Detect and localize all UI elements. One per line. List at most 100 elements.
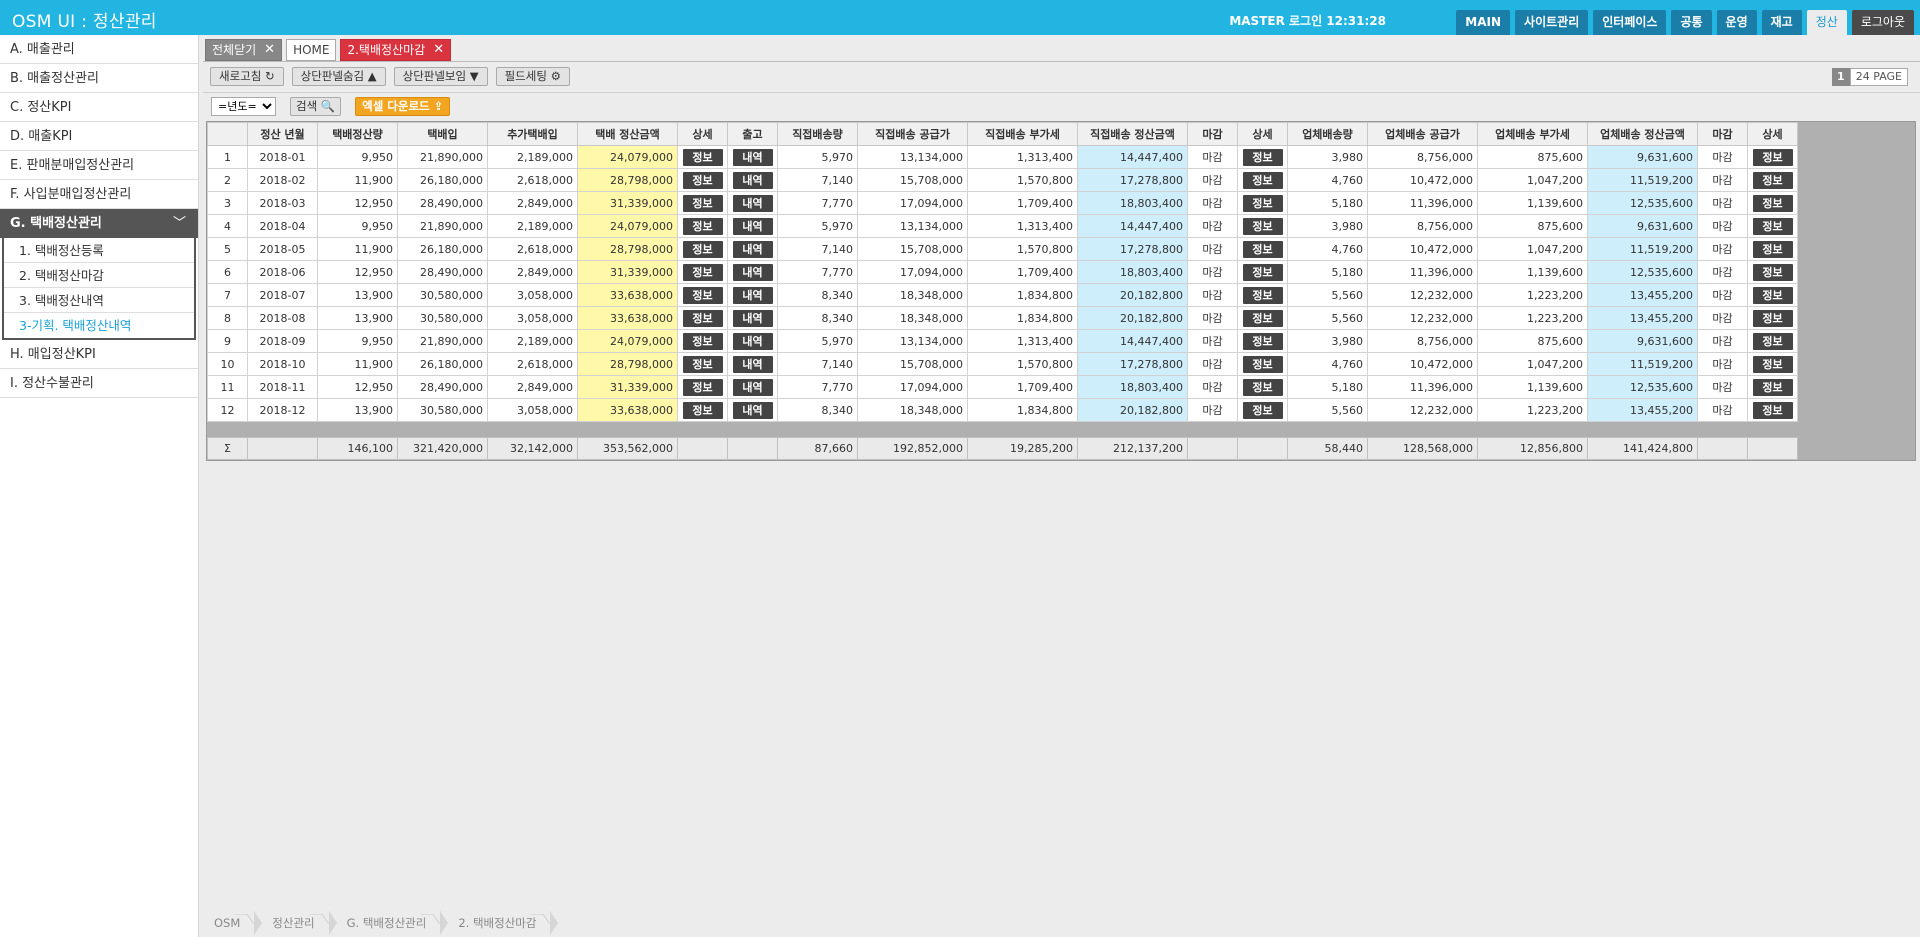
history-button[interactable]: 내역: [732, 332, 773, 350]
history-button[interactable]: 내역: [732, 378, 773, 396]
info-button[interactable]: 정보: [1752, 355, 1793, 373]
history-button[interactable]: 내역: [732, 355, 773, 373]
info-button[interactable]: 정보: [682, 309, 723, 327]
sidebar-item-sales-settlement[interactable]: B. 매출정산관리: [0, 64, 198, 93]
close-icon[interactable]: ✕: [433, 40, 444, 60]
nav-settlement[interactable]: 정산: [1806, 10, 1847, 35]
table-row[interactable]: 6 2018-06 12,950 28,490,000 2,849,000 31,339,…: [207, 260, 1798, 284]
table-row[interactable]: 4 2018-04 9,950 21,890,000 2,189,000 24,079,0…: [207, 214, 1798, 238]
table-row[interactable]: 1 2018-01 9,950 21,890,000 2,189,000 24,079,0…: [207, 145, 1798, 169]
column-header-direct-vat[interactable]: 직접배송 부가세: [967, 122, 1078, 146]
breadcrumb-item[interactable]: G. 택배정산관리: [339, 911, 441, 935]
nav-site-admin[interactable]: 사이트관리: [1515, 10, 1589, 35]
sidebar-item-settlement-kpi[interactable]: C. 정산KPI: [0, 93, 198, 122]
info-button[interactable]: 정보: [1242, 286, 1283, 304]
hide-panel-button[interactable]: 상단판넬숨김 ▲: [291, 67, 386, 86]
field-setting-button[interactable]: 필드세팅 ⚙: [495, 67, 570, 86]
info-button[interactable]: 정보: [1752, 378, 1793, 396]
info-button[interactable]: 정보: [1752, 148, 1793, 166]
info-button[interactable]: 정보: [682, 240, 723, 258]
info-button[interactable]: 정보: [682, 148, 723, 166]
history-button[interactable]: 내역: [732, 240, 773, 258]
nav-interface[interactable]: 인터페이스: [1593, 10, 1667, 35]
info-button[interactable]: 정보: [682, 332, 723, 350]
breadcrumb-item[interactable]: 정산관리: [264, 911, 328, 935]
sidebar-item-ledger[interactable]: I. 정산수불관리: [0, 369, 198, 398]
table-row[interactable]: 8 2018-08 13,900 30,580,000 3,058,000 33,638,…: [207, 306, 1798, 330]
column-header-vendor-vat[interactable]: 업체배송 부가세: [1477, 122, 1588, 146]
nav-common[interactable]: 공통: [1671, 10, 1712, 35]
info-button[interactable]: 정보: [1242, 217, 1283, 235]
table-row[interactable]: 2 2018-02 11,900 26,180,000 2,618,000 28,798,…: [207, 168, 1798, 192]
column-header-direct-amount[interactable]: 직접배송 정산금액: [1077, 122, 1188, 146]
column-header-direct-supply[interactable]: 직접배송 공급가: [857, 122, 968, 146]
column-header-settle-month[interactable]: 정산 년월: [247, 122, 318, 146]
history-button[interactable]: 내역: [732, 286, 773, 304]
column-header-row-number[interactable]: [207, 122, 248, 146]
history-button[interactable]: 내역: [732, 309, 773, 327]
submenu-item-history[interactable]: 3. 택배정산내역: [4, 288, 194, 313]
submenu-item-register[interactable]: 1. 택배정산등록: [4, 238, 194, 263]
info-button[interactable]: 정보: [682, 217, 723, 235]
info-button[interactable]: 정보: [1752, 171, 1793, 189]
column-header-detail[interactable]: 상세: [677, 122, 728, 146]
info-button[interactable]: 정보: [682, 171, 723, 189]
info-button[interactable]: 정보: [682, 355, 723, 373]
column-header-extra-delivery-in[interactable]: 추가택배입: [487, 122, 578, 146]
logout-button[interactable]: 로그아웃: [1851, 10, 1914, 35]
tab-home[interactable]: HOME: [286, 39, 337, 61]
page-current[interactable]: 1: [1831, 68, 1850, 86]
sidebar-item-sale-purchase-settlement[interactable]: E. 판매분매입정산관리: [0, 151, 198, 180]
table-row[interactable]: 7 2018-07 13,900 30,580,000 3,058,000 33,638,…: [207, 283, 1798, 307]
tab-delivery-closing[interactable]: 2.택배정산마감 ✕: [340, 39, 452, 61]
search-button[interactable]: 검색 🔍: [290, 97, 342, 116]
info-button[interactable]: 정보: [1242, 194, 1283, 212]
history-button[interactable]: 내역: [732, 171, 773, 189]
sidebar-item-buy-purchase-settlement[interactable]: F. 사입분매입정산관리: [0, 180, 198, 209]
year-select[interactable]: =년도=: [211, 97, 276, 116]
info-button[interactable]: 정보: [682, 263, 723, 281]
sidebar-item-sales-kpi[interactable]: D. 매출KPI: [0, 122, 198, 151]
excel-download-button[interactable]: 엑셀 다운로드 ⇪: [355, 97, 451, 116]
tab-close-all[interactable]: 전체닫기 ✕: [205, 39, 283, 61]
info-button[interactable]: 정보: [1242, 171, 1283, 189]
info-button[interactable]: 정보: [1752, 286, 1793, 304]
refresh-button[interactable]: 새로고침 ↻: [210, 67, 284, 86]
column-header-delivery-qty[interactable]: 택배정산량: [317, 122, 398, 146]
info-button[interactable]: 정보: [1242, 332, 1283, 350]
table-row[interactable]: 5 2018-05 11,900 26,180,000 2,618,000 28,798,…: [207, 237, 1798, 261]
table-row[interactable]: 11 2018-11 12,950 28,490,000 2,849,000 31,339…: [207, 375, 1798, 399]
column-header-vendor-detail[interactable]: 상세: [1747, 122, 1798, 146]
info-button[interactable]: 정보: [1752, 194, 1793, 212]
nav-main[interactable]: MAIN: [1456, 10, 1511, 35]
info-button[interactable]: 정보: [1242, 355, 1283, 373]
info-button[interactable]: 정보: [1752, 309, 1793, 327]
info-button[interactable]: 정보: [1242, 378, 1283, 396]
close-icon[interactable]: ✕: [264, 40, 275, 60]
breadcrumb-item[interactable]: OSM: [206, 911, 254, 935]
table-row[interactable]: 9 2018-09 9,950 21,890,000 2,189,000 24,079,0…: [207, 329, 1798, 353]
info-button[interactable]: 정보: [1752, 217, 1793, 235]
table-row[interactable]: 3 2018-03 12,950 28,490,000 2,849,000 31,339,…: [207, 191, 1798, 215]
table-row[interactable]: 12 2018-12 13,900 30,580,000 3,058,000 33,638…: [207, 398, 1798, 422]
column-header-outbound[interactable]: 출고: [727, 122, 778, 146]
info-button[interactable]: 정보: [1242, 401, 1283, 419]
info-button[interactable]: 정보: [1242, 148, 1283, 166]
column-header-vendor-qty[interactable]: 업체배송량: [1287, 122, 1368, 146]
info-button[interactable]: 정보: [1752, 332, 1793, 350]
history-button[interactable]: 내역: [732, 148, 773, 166]
sidebar-item-purchase-kpi[interactable]: H. 매입정산KPI: [0, 340, 198, 369]
nav-operation[interactable]: 운영: [1716, 10, 1757, 35]
table-row[interactable]: 10 2018-10 11,900 26,180,000 2,618,000 28,798…: [207, 352, 1798, 376]
show-panel-button[interactable]: 상단판넬보임 ▼: [393, 67, 488, 86]
column-header-vendor-amount[interactable]: 업체배송 정산금액: [1587, 122, 1698, 146]
history-button[interactable]: 내역: [732, 217, 773, 235]
column-header-direct-close[interactable]: 마감: [1187, 122, 1238, 146]
info-button[interactable]: 정보: [682, 401, 723, 419]
info-button[interactable]: 정보: [1242, 240, 1283, 258]
column-header-delivery-amount[interactable]: 택배 정산금액: [577, 122, 678, 146]
info-button[interactable]: 정보: [682, 194, 723, 212]
history-button[interactable]: 내역: [732, 263, 773, 281]
column-header-direct-qty[interactable]: 직접배송량: [777, 122, 858, 146]
column-header-vendor-supply[interactable]: 업체배송 공급가: [1367, 122, 1478, 146]
